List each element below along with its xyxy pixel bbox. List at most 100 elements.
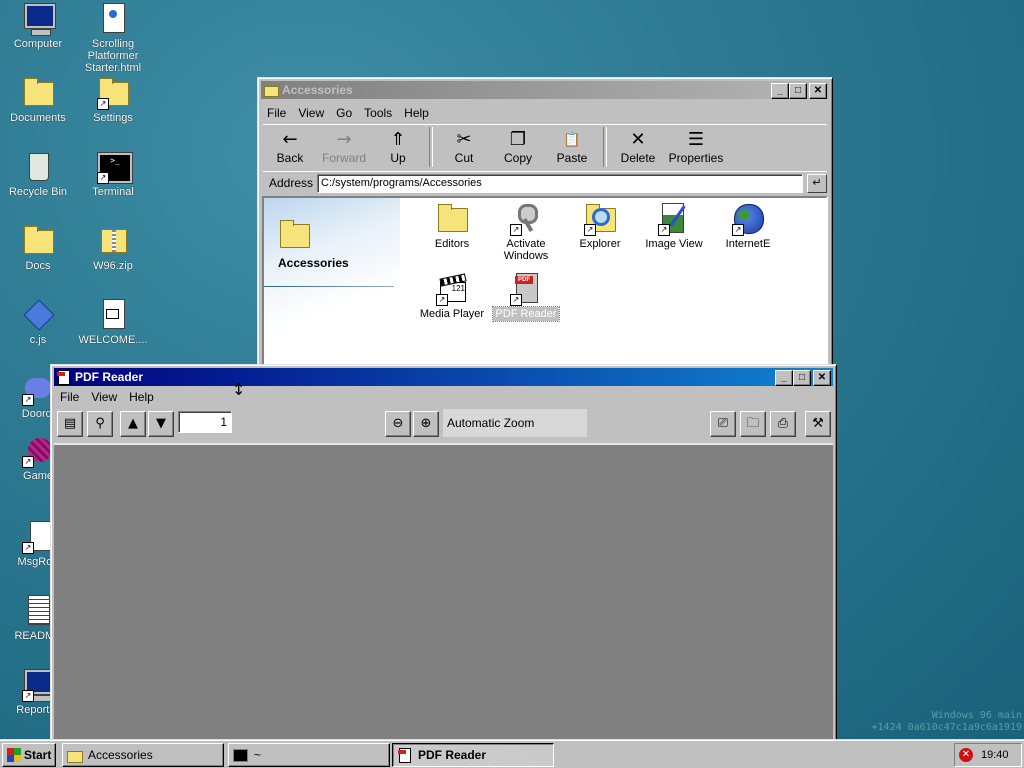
back-label: Back	[276, 151, 304, 165]
clipboard-icon: 📋	[563, 132, 581, 148]
menu-go[interactable]: Go	[330, 104, 358, 122]
minimize-button[interactable]: _	[775, 370, 793, 386]
menu-file[interactable]: File	[261, 104, 292, 122]
open-file-button[interactable]: 🗀	[740, 411, 766, 437]
window-title: Accessories	[282, 83, 353, 97]
close-button[interactable]: ✕	[809, 83, 827, 99]
task-pdf-reader[interactable]: PDF Reader	[392, 743, 554, 767]
zip-icon	[97, 224, 129, 256]
maximize-button[interactable]: □	[793, 370, 811, 386]
properties-button[interactable]: ☰ Properties	[665, 125, 727, 165]
desktop-icon-c-js[interactable]: c.js	[1, 298, 75, 346]
file-label: Explorer	[579, 238, 621, 250]
pdf-reader-window[interactable]: PDF Reader _ □ ✕ File View Help ▤ ⚲ ▲ ▼ …	[50, 364, 837, 744]
close-button[interactable]: ✕	[813, 370, 831, 386]
file-item-activate-windows[interactable]: ↗ Activate Windows	[489, 202, 563, 262]
toolbar-separator	[429, 127, 433, 167]
maximize-button[interactable]: □	[789, 83, 807, 99]
desktop-icon-computer[interactable]: Computer	[1, 2, 75, 50]
desktop-icon-label: Computer	[13, 38, 63, 50]
folder-icon	[278, 218, 310, 250]
folder-icon	[67, 748, 83, 763]
desktop-icon-docs[interactable]: Docs	[1, 224, 75, 272]
delete-x-icon: ✕	[630, 129, 646, 150]
menu-help[interactable]: Help	[398, 104, 435, 122]
zoom-out-button[interactable]: ⊖	[385, 411, 411, 437]
desktop-icon-terminal[interactable]: >_ ↗ Terminal	[76, 150, 150, 198]
explorer-menubar: File View Go Tools Help	[261, 104, 829, 122]
menu-file[interactable]: File	[54, 388, 85, 406]
explorer-titlebar[interactable]: Accessories _ □ ✕	[261, 81, 829, 99]
tools-icon: ⚒	[812, 416, 824, 431]
zoom-select[interactable]: Automatic Zoom	[443, 409, 587, 437]
menu-view[interactable]: View	[292, 104, 330, 122]
zoom-in-button[interactable]: ⊕	[413, 411, 439, 437]
back-button[interactable]: ← Back	[263, 125, 317, 165]
find-button[interactable]: ⚲	[87, 411, 113, 437]
print-button[interactable]: ⎙	[770, 411, 796, 437]
file-item-internete[interactable]: ↗ InternetE	[711, 202, 785, 250]
taskbar: Start Accessories ~ PDF Reader ✕ 19:40	[0, 739, 1024, 768]
forward-label: Forward	[321, 151, 366, 165]
file-item-image-view[interactable]: ↗ Image View	[637, 202, 711, 250]
next-page-button[interactable]: ▼	[148, 411, 174, 437]
desktop-icon-label: Documents	[10, 112, 66, 124]
address-field[interactable]: C:/system/programs/Accessories	[317, 173, 803, 193]
desktop-icon-settings[interactable]: ↗ Settings	[76, 76, 150, 124]
task-terminal[interactable]: ~	[228, 743, 390, 767]
menu-tools[interactable]: Tools	[358, 104, 398, 122]
file-label: InternetE	[725, 238, 771, 250]
copy-button[interactable]: ❐ Copy	[491, 125, 545, 165]
file-item-pdf-reader[interactable]: PDF ↗ PDF Reader	[489, 272, 563, 322]
previous-page-button[interactable]: ▲	[120, 411, 146, 437]
sidebar-toggle-button[interactable]: ▤	[57, 411, 83, 437]
desktop-icon-label: Terminal	[92, 186, 134, 198]
error-icon[interactable]: ✕	[959, 748, 973, 762]
forward-button[interactable]: → Forward	[317, 125, 371, 165]
file-item-explorer[interactable]: ↗ Explorer	[563, 202, 637, 250]
task-accessories[interactable]: Accessories	[62, 743, 224, 767]
menu-view[interactable]: View	[85, 388, 123, 406]
file-item-editors[interactable]: Editors	[415, 202, 489, 250]
explorer-toolbar: ← Back → Forward ⇑ Up ✂ Cut ❐ Copy 📋 Paste ✕ De…	[263, 124, 827, 172]
task-label: ~	[254, 748, 262, 762]
sidebar-panel: Accessories	[264, 198, 400, 376]
desktop-icon-w96-zip[interactable]: W96.zip	[76, 224, 150, 272]
minimize-button[interactable]: _	[771, 83, 789, 99]
explorer-content[interactable]: Accessories Editors ↗ Activate Windows ↗…	[262, 196, 828, 378]
paste-button[interactable]: 📋 Paste	[545, 125, 599, 165]
delete-button[interactable]: ✕ Delete	[611, 125, 665, 165]
file-label-selected: PDF Reader	[492, 306, 560, 322]
tools-button[interactable]: ⚒	[805, 411, 831, 437]
pdf-toolbar: ▤ ⚲ ▲ ▼ 1 ⊖ ⊕ Automatic Zoom ⎚ 🗀 ⎙ ⚒	[54, 408, 833, 440]
start-button[interactable]: Start	[2, 743, 56, 767]
image-icon: ↗	[658, 202, 690, 236]
presentation-mode-button[interactable]: ⎚	[710, 411, 736, 437]
up-button[interactable]: ⇑ Up	[371, 125, 425, 165]
task-label: PDF Reader	[418, 748, 487, 762]
desktop-icon-scrolling-platformer[interactable]: Scrolling Platformer Starter.html	[76, 2, 150, 74]
cut-button[interactable]: ✂ Cut	[437, 125, 491, 165]
desktop-icon-welcome[interactable]: M↓ WELCOME....	[76, 298, 150, 346]
presentation-icon: ⎚	[717, 416, 729, 431]
desktop-icon-recycle-bin[interactable]: Recycle Bin	[1, 150, 75, 198]
explorer-window[interactable]: Accessories _ □ ✕ File View Go Tools Hel…	[257, 77, 833, 379]
page-number-input[interactable]: 1	[178, 411, 232, 433]
file-label: Image View	[645, 238, 703, 250]
back-arrow-icon: ←	[282, 129, 298, 150]
menu-help[interactable]: Help	[123, 388, 160, 406]
properties-label: Properties	[668, 151, 724, 165]
pdf-titlebar[interactable]: PDF Reader _ □ ✕	[54, 368, 833, 386]
markdown-document-icon: M↓	[97, 298, 129, 330]
desktop-icon-documents[interactable]: Documents	[1, 76, 75, 124]
pdf-icon	[57, 370, 71, 385]
page-number-value: 1	[220, 415, 227, 429]
folder-icon	[22, 224, 54, 256]
desktop-icon-label: Scrolling Platformer Starter.html	[84, 38, 142, 74]
clapper-icon: 121 ↗	[436, 272, 468, 306]
pdf-viewer-area[interactable]	[54, 443, 833, 740]
file-item-media-player[interactable]: 121 ↗ Media Player	[415, 272, 489, 320]
arrow-down-icon: ▼	[156, 416, 166, 431]
watermark-line: +1424 0a610c47c1a9c6a1919	[871, 722, 1022, 733]
address-go-button[interactable]: ↵	[807, 173, 827, 193]
